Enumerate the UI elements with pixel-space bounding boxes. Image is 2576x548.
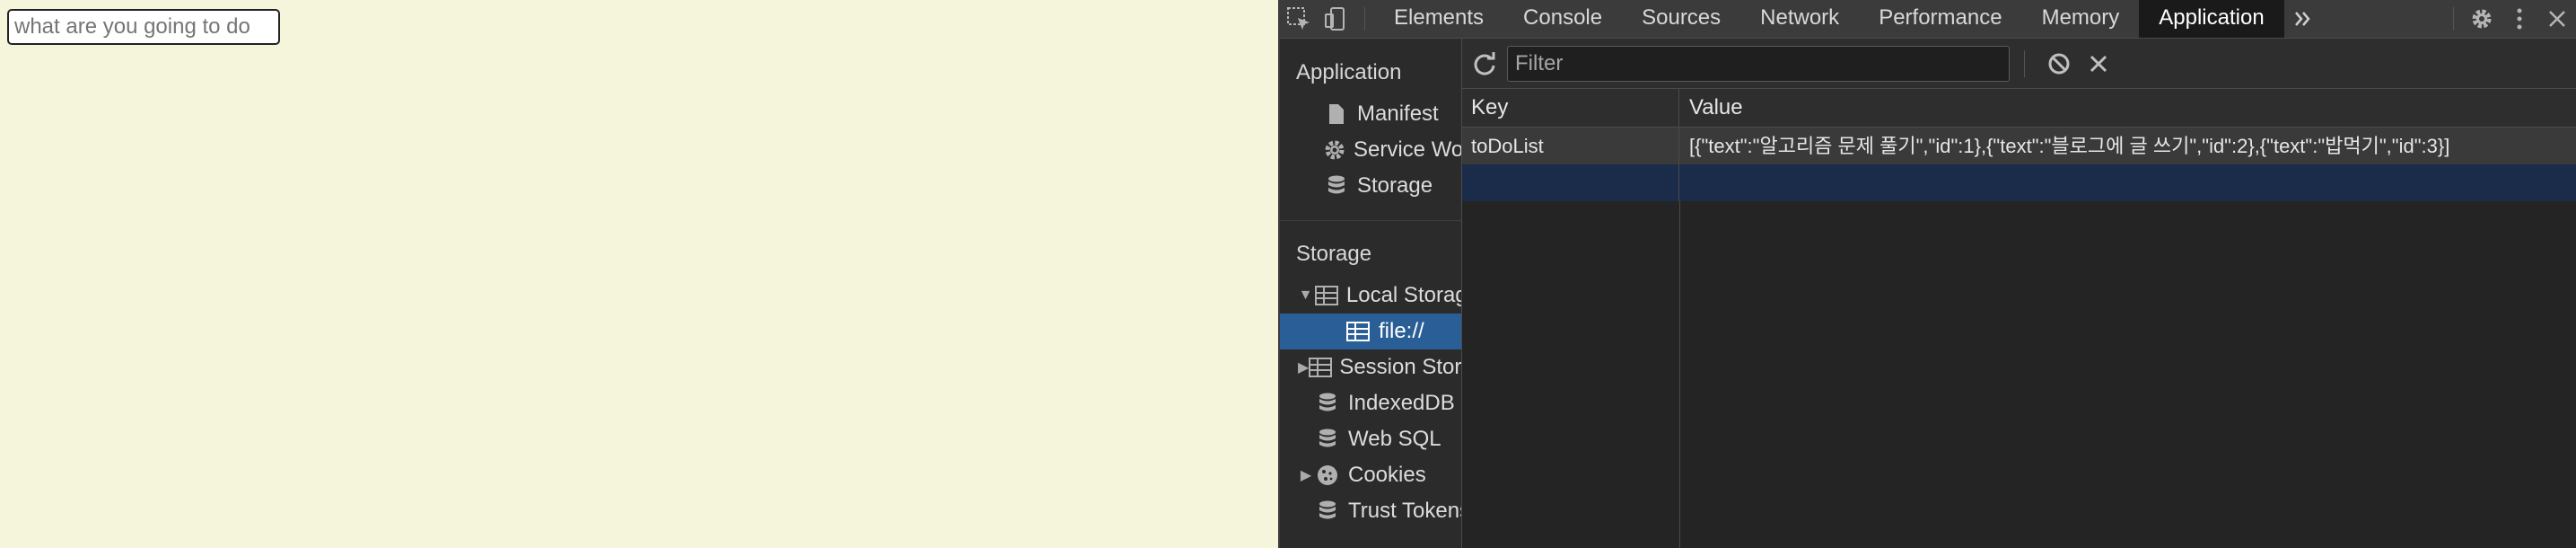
close-devtools-icon[interactable] [2538,0,2576,38]
tab-elements[interactable]: Elements [1374,0,1503,38]
cell-key[interactable]: toDoList [1462,128,1679,164]
sidebar-item-label: Local Storage [1345,283,1461,307]
tab-memory[interactable]: Memory [2022,0,2140,38]
sidebar-section-application: Application [1296,60,1402,84]
collapsed-arrow-icon[interactable]: ▶ [1298,466,1314,484]
cell-key-empty[interactable] [1462,164,1679,201]
database-icon [1314,426,1341,453]
database-icon [1323,172,1350,199]
database-icon [1314,498,1341,525]
kebab-menu-icon[interactable] [2501,0,2538,38]
filter-input[interactable] [1507,45,2010,82]
sidebar-section-storage: Storage [1296,242,1372,266]
storage-viewer: Key Value toDoList [{"text":"알고리즘 문제 풀기"… [1462,39,2576,548]
filter-divider [2024,49,2025,77]
table-header: Key Value [1462,89,2576,128]
devtools-panel: Elements Console Sources Network Perform… [1278,0,2576,548]
tab-performance[interactable]: Performance [1859,0,2021,38]
sidebar-item-web-sql[interactable]: Web SQL [1280,421,1461,457]
cell-value-empty[interactable] [1680,164,2576,201]
application-sidebar: Application Manifest Service Workers Sto… [1280,39,1462,548]
grid-icon [1309,354,1333,381]
database-icon [1314,390,1341,417]
tab-sources[interactable]: Sources [1622,0,1740,38]
device-toolbar-icon[interactable] [1318,0,1355,38]
sidebar-divider [1280,220,1461,221]
grid-icon [1345,318,1371,345]
sidebar-item-label: Trust Tokens [1348,499,1462,523]
sidebar-item-manifest[interactable]: Manifest [1280,96,1461,132]
collapsed-arrow-icon[interactable]: ▶ [1298,358,1309,376]
sidebar-item-label: file:// [1379,319,1424,343]
tab-application[interactable]: Application [2139,0,2284,38]
tab-network[interactable]: Network [1740,0,1859,38]
sidebar-item-label: Service Workers [1354,137,1462,162]
sidebar-item-service-workers[interactable]: Service Workers [1280,132,1462,168]
gear-icon [1323,137,1346,164]
toolbar-divider [1364,7,1365,31]
column-header-value[interactable]: Value [1680,89,2576,127]
sidebar-item-label: Web SQL [1348,427,1441,451]
column-divider [1679,201,1680,548]
table-row-new-entry[interactable] [1462,164,2576,201]
sidebar-item-local-storage[interactable]: ▼ Local Storage [1280,278,1461,314]
storage-table: Key Value toDoList [{"text":"알고리즘 문제 풀기"… [1462,89,2576,548]
sidebar-item-trust-tokens[interactable]: Trust Tokens [1280,493,1462,529]
refresh-icon[interactable] [1462,41,1507,86]
inspect-element-icon[interactable] [1280,0,1318,38]
column-header-key[interactable]: Key [1462,89,1679,127]
expanded-arrow-icon[interactable]: ▼ [1298,287,1313,304]
sidebar-item-file-origin[interactable]: file:// [1280,314,1461,349]
table-row[interactable]: toDoList [{"text":"알고리즘 문제 풀기","id":1},{… [1462,128,2576,164]
sidebar-item-indexeddb[interactable]: IndexedDB [1280,385,1461,421]
todo-input[interactable] [7,9,280,45]
sidebar-item-session-storage[interactable]: ▶ Session Storage [1280,349,1462,385]
delete-selected-icon[interactable] [2079,44,2118,84]
sidebar-item-label: Storage [1357,173,1433,198]
filter-bar [1462,39,2576,89]
web-page [0,0,1278,548]
sidebar-item-label: Cookies [1348,463,1426,487]
settings-gear-icon[interactable] [2463,0,2501,38]
more-tabs-icon[interactable] [2284,0,2322,38]
cookie-icon [1314,462,1341,489]
document-icon [1323,101,1350,128]
sidebar-item-label: Session Storage [1339,355,1462,379]
sidebar-item-cookies[interactable]: ▶ Cookies [1280,457,1461,493]
clear-all-icon[interactable] [2039,44,2079,84]
sidebar-item-label: IndexedDB [1348,391,1455,415]
cell-value[interactable]: [{"text":"알고리즘 문제 풀기","id":1},{"text":"블… [1680,128,2576,164]
toolbar-divider-right [2453,7,2454,31]
devtools-toolbar: Elements Console Sources Network Perform… [1280,0,2576,39]
sidebar-item-label: Manifest [1357,102,1439,126]
sidebar-item-storage[interactable]: Storage [1280,168,1461,204]
tab-console[interactable]: Console [1503,0,1622,38]
grid-icon [1313,282,1339,309]
